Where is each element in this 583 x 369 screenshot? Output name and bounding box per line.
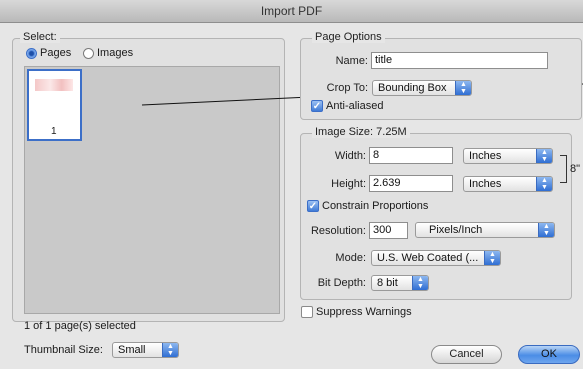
crop-to-value: Bounding Box (378, 82, 447, 94)
chevron-updown-icon: ▲ ▼ (536, 177, 552, 191)
width-unit-select[interactable]: Inches ▲ ▼ (463, 148, 553, 164)
bracket-side-text: 8" (570, 163, 581, 175)
cancel-button[interactable]: Cancel (431, 345, 502, 364)
name-field[interactable]: title (371, 52, 548, 69)
bit-depth-value: 8 bit (377, 277, 398, 289)
width-label: Width: (334, 150, 366, 162)
suppress-warnings-label[interactable]: Suppress Warnings (316, 306, 412, 318)
bit-depth-label: Bit Depth: (317, 277, 366, 289)
chevron-updown-icon: ▲ ▼ (484, 251, 500, 265)
mode-value: U.S. Web Coated (... (377, 252, 479, 264)
chevron-updown-icon: ▲ ▼ (538, 223, 554, 237)
image-size-legend: Image Size: 7.25M (312, 126, 410, 138)
chevron-updown-icon: ▲ ▼ (536, 149, 552, 163)
chevron-updown-icon: ▲ ▼ (412, 276, 428, 290)
name-label: Name: (335, 55, 368, 67)
mode-select[interactable]: U.S. Web Coated (... ▲ ▼ (371, 250, 501, 266)
height-label: Height: (331, 178, 366, 190)
ok-button[interactable]: OK (518, 345, 580, 364)
height-field[interactable]: 2.639 (369, 175, 453, 192)
resolution-field[interactable]: 300 (369, 222, 408, 239)
height-unit-value: Inches (469, 178, 502, 190)
crop-to-label: Crop To: (326, 82, 368, 94)
height-unit-select[interactable]: Inches ▲ ▼ (463, 176, 553, 192)
resolution-label: Resolution: (310, 225, 366, 237)
width-field[interactable]: 8 (369, 147, 453, 164)
page-options-legend: Page Options (312, 31, 385, 43)
anti-aliased-checkbox[interactable]: ✓ (311, 100, 323, 112)
link-bracket-icon (560, 155, 567, 183)
constrain-proportions-label[interactable]: Constrain Proportions (322, 200, 428, 212)
resolution-unit-value: Pixels/Inch (429, 224, 483, 236)
mode-label: Mode: (335, 252, 366, 264)
chevron-updown-icon: ▲ ▼ (455, 81, 471, 95)
anti-aliased-label[interactable]: Anti-aliased (326, 100, 383, 112)
suppress-warnings-checkbox[interactable] (301, 306, 313, 318)
constrain-proportions-checkbox[interactable]: ✓ (307, 200, 319, 212)
crop-to-select[interactable]: Bounding Box ▲ ▼ (372, 80, 472, 96)
width-unit-value: Inches (469, 150, 502, 162)
resolution-unit-select[interactable]: Pixels/Inch ▲ ▼ (415, 222, 555, 238)
bit-depth-select[interactable]: 8 bit ▲ ▼ (371, 275, 429, 291)
